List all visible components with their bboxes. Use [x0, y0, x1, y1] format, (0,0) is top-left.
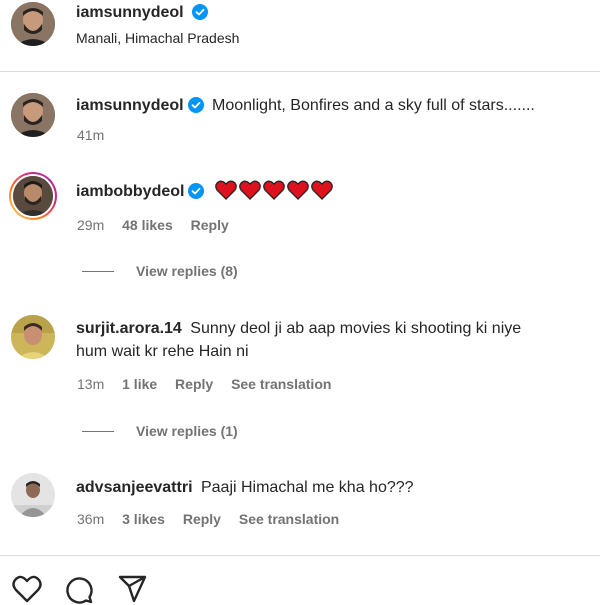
- divider-dash: [82, 270, 114, 272]
- comment-author-username[interactable]: iambobbydeol: [76, 183, 184, 200]
- reply-button[interactable]: Reply: [175, 376, 213, 392]
- comment-timestamp: 29m: [77, 217, 105, 233]
- heart-icon[interactable]: [12, 575, 42, 605]
- heart-emoji-icon: [263, 180, 285, 200]
- comment-author-username[interactable]: advsanjeevattri: [76, 479, 193, 496]
- comment-timestamp: 13m: [77, 376, 105, 392]
- verified-badge-icon: [187, 97, 204, 120]
- comment-text-continued: hum wait kr rehe Hain ni: [76, 343, 249, 360]
- comment-likes-count[interactable]: 3 likes: [122, 511, 165, 527]
- see-translation-button[interactable]: See translation: [231, 376, 331, 392]
- comment-emoji-hearts: [215, 180, 335, 207]
- avatar[interactable]: [11, 93, 55, 137]
- reply-button[interactable]: Reply: [191, 217, 229, 233]
- heart-emoji-icon: [311, 180, 333, 200]
- avatar[interactable]: [11, 315, 55, 359]
- share-icon[interactable]: [118, 575, 148, 605]
- post-location[interactable]: Manali, Himachal Pradesh: [76, 30, 239, 46]
- see-translation-button[interactable]: See translation: [239, 511, 339, 527]
- caption: iamsunnydeol Moonlight, Bonfires and a s…: [0, 90, 600, 150]
- avatar: [13, 176, 53, 216]
- caption-text: Moonlight, Bonfires and a sky full of st…: [212, 97, 535, 114]
- divider-dash: [82, 430, 114, 432]
- view-replies-label: View replies (1): [136, 423, 238, 439]
- caption-timestamp: 41m: [77, 127, 105, 143]
- post-author-username[interactable]: iamsunnydeol: [76, 4, 184, 21]
- comment-likes-count[interactable]: 1 like: [122, 376, 157, 392]
- heart-emoji-icon: [287, 180, 309, 200]
- comment-text: Paaji Himachal me kha ho???: [200, 479, 414, 496]
- comment-item: advsanjeevattri Paaji Himachal me kha ho…: [0, 471, 600, 535]
- avatar[interactable]: [11, 2, 55, 46]
- comment-item: iambobbydeol 29m 48 likes Reply: [0, 172, 600, 242]
- view-replies-label: View replies (8): [136, 263, 238, 279]
- post-header: iamsunnydeol Manali, Himachal Pradesh: [0, 0, 600, 72]
- comment-text: Sunny deol ji ab aap movies ki shooting …: [190, 320, 522, 337]
- heart-emoji-icon: [215, 180, 237, 200]
- view-replies-button[interactable]: View replies (8): [82, 263, 238, 279]
- heart-emoji-icon: [239, 180, 261, 200]
- verified-badge-icon: [192, 4, 209, 25]
- comment-icon[interactable]: [64, 575, 94, 605]
- verified-badge-icon: [188, 183, 205, 206]
- comment-author-username[interactable]: surjit.arora.14: [76, 320, 182, 337]
- caption-author-username[interactable]: iamsunnydeol: [76, 97, 184, 114]
- story-ring[interactable]: [9, 172, 57, 220]
- comment-timestamp: 36m: [77, 511, 105, 527]
- comment-likes-count[interactable]: 48 likes: [122, 217, 173, 233]
- reply-button[interactable]: Reply: [183, 511, 221, 527]
- avatar[interactable]: [11, 473, 55, 517]
- comment-item: surjit.arora.14 Sunny deol ji ab aap mov…: [0, 312, 600, 396]
- view-replies-button[interactable]: View replies (1): [82, 423, 238, 439]
- action-bar: [0, 555, 600, 605]
